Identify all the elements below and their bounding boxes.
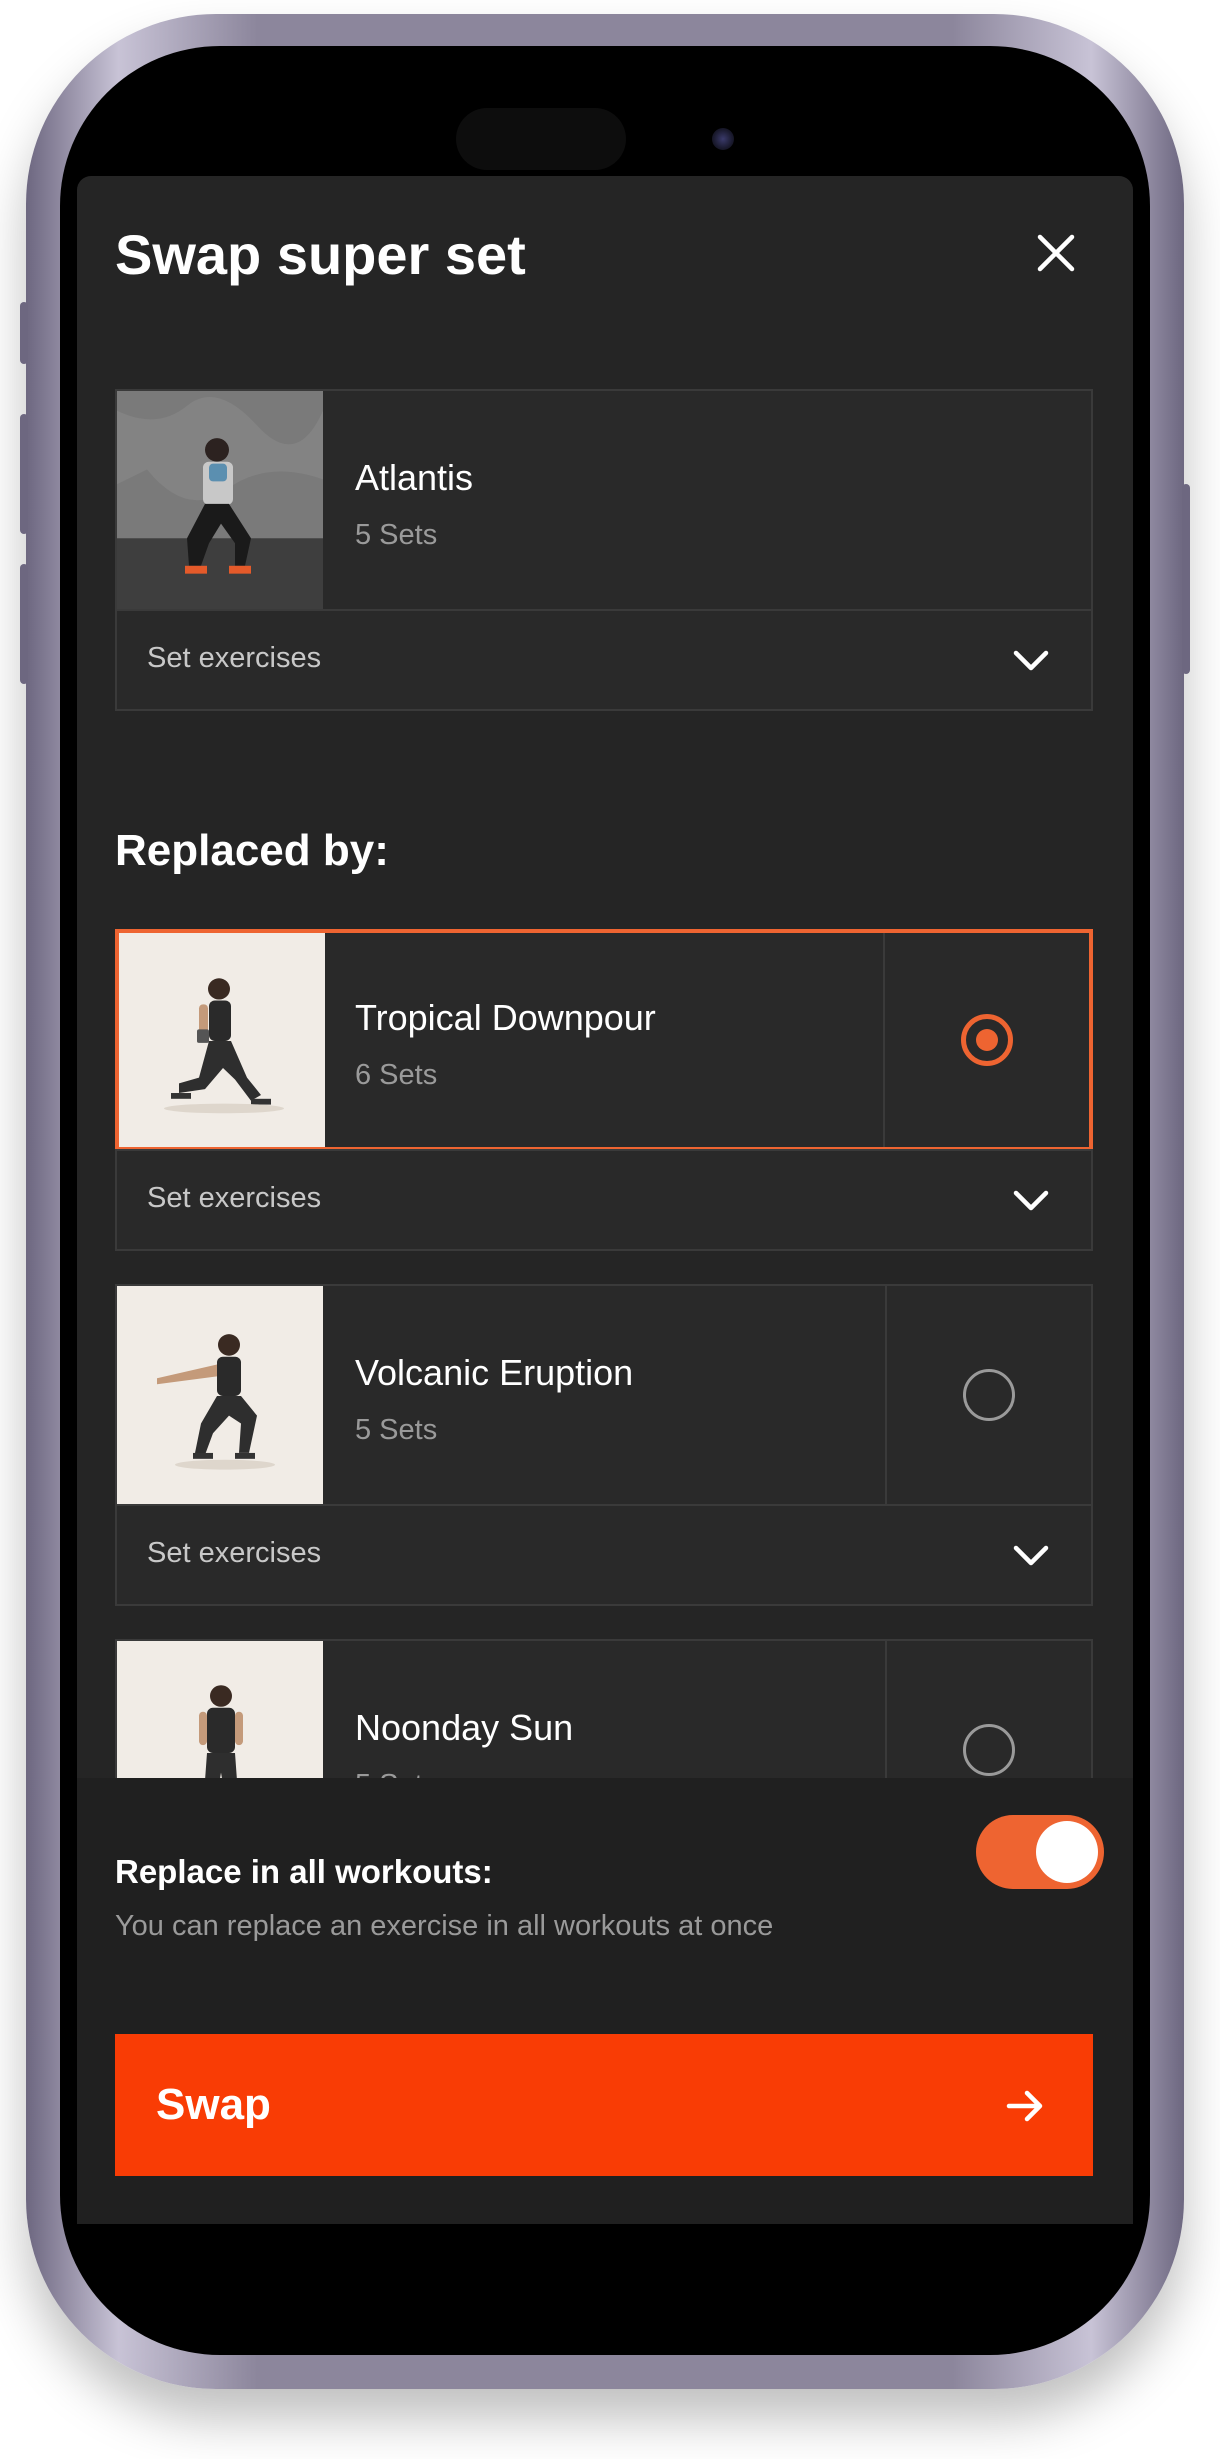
set-name: Tropical Downpour [355,997,656,1038]
volume-down-button [20,564,28,684]
chevron-down-icon [1013,650,1049,671]
exercise-thumbnail [117,1286,323,1504]
set-exercises-expander[interactable]: Set exercises [115,1149,1093,1251]
expander-label: Set exercises [147,1537,322,1569]
set-count: 5 Sets [355,1414,438,1446]
bottom-action-panel: Replace in all workouts: You can replace… [77,1778,1133,2224]
set-count: 6 Sets [355,1059,438,1091]
replace-all-title: Replace in all workouts: [115,1853,493,1890]
swap-super-set-sheet: Swap super set Atlantis 5 Sets Set exerc… [77,176,1133,2224]
toggle-knob [1036,1821,1098,1883]
replace-all-toggle[interactable] [976,1815,1104,1889]
exercise-thumbnail [117,391,323,609]
replacement-option-card[interactable]: Tropical Downpour 6 Sets [115,929,1093,1151]
arrow-right-icon [1006,2090,1043,2122]
action-button [20,302,28,364]
replaced-by-heading: Replaced by: [115,826,389,875]
swap-button[interactable]: Swap [115,2034,1093,2176]
radio-unselected-icon [963,1369,1015,1421]
replacement-option-card[interactable]: Volcanic Eruption 5 Sets [115,1284,1093,1506]
set-name: Atlantis [355,457,474,498]
radio-selected-icon [961,1014,1013,1066]
expander-label: Set exercises [147,642,322,674]
close-button[interactable] [1031,228,1081,278]
swap-button-label: Swap [156,2080,271,2129]
set-exercises-expander[interactable]: Set exercises [115,609,1093,711]
select-option-radio[interactable] [885,1286,1091,1504]
dynamic-island [438,90,774,188]
set-exercises-expander[interactable]: Set exercises [115,1504,1093,1606]
replace-all-description: You can replace an exercise in all worko… [115,1910,774,1942]
select-option-radio[interactable] [883,933,1089,1147]
chevron-down-icon [1013,1545,1049,1566]
set-name: Volcanic Eruption [355,1352,634,1393]
radio-unselected-icon [963,1724,1015,1776]
expander-label: Set exercises [147,1182,322,1214]
close-icon [1037,234,1075,272]
volume-up-button [20,414,28,534]
current-set-card: Atlantis 5 Sets [115,389,1093,611]
power-button [1182,484,1190,674]
front-camera [712,128,734,150]
set-count: 5 Sets [355,519,438,551]
set-name: Noonday Sun [355,1707,574,1748]
chevron-down-icon [1013,1190,1049,1211]
exercise-thumbnail [119,933,325,1147]
page-title: Swap super set [115,223,526,286]
